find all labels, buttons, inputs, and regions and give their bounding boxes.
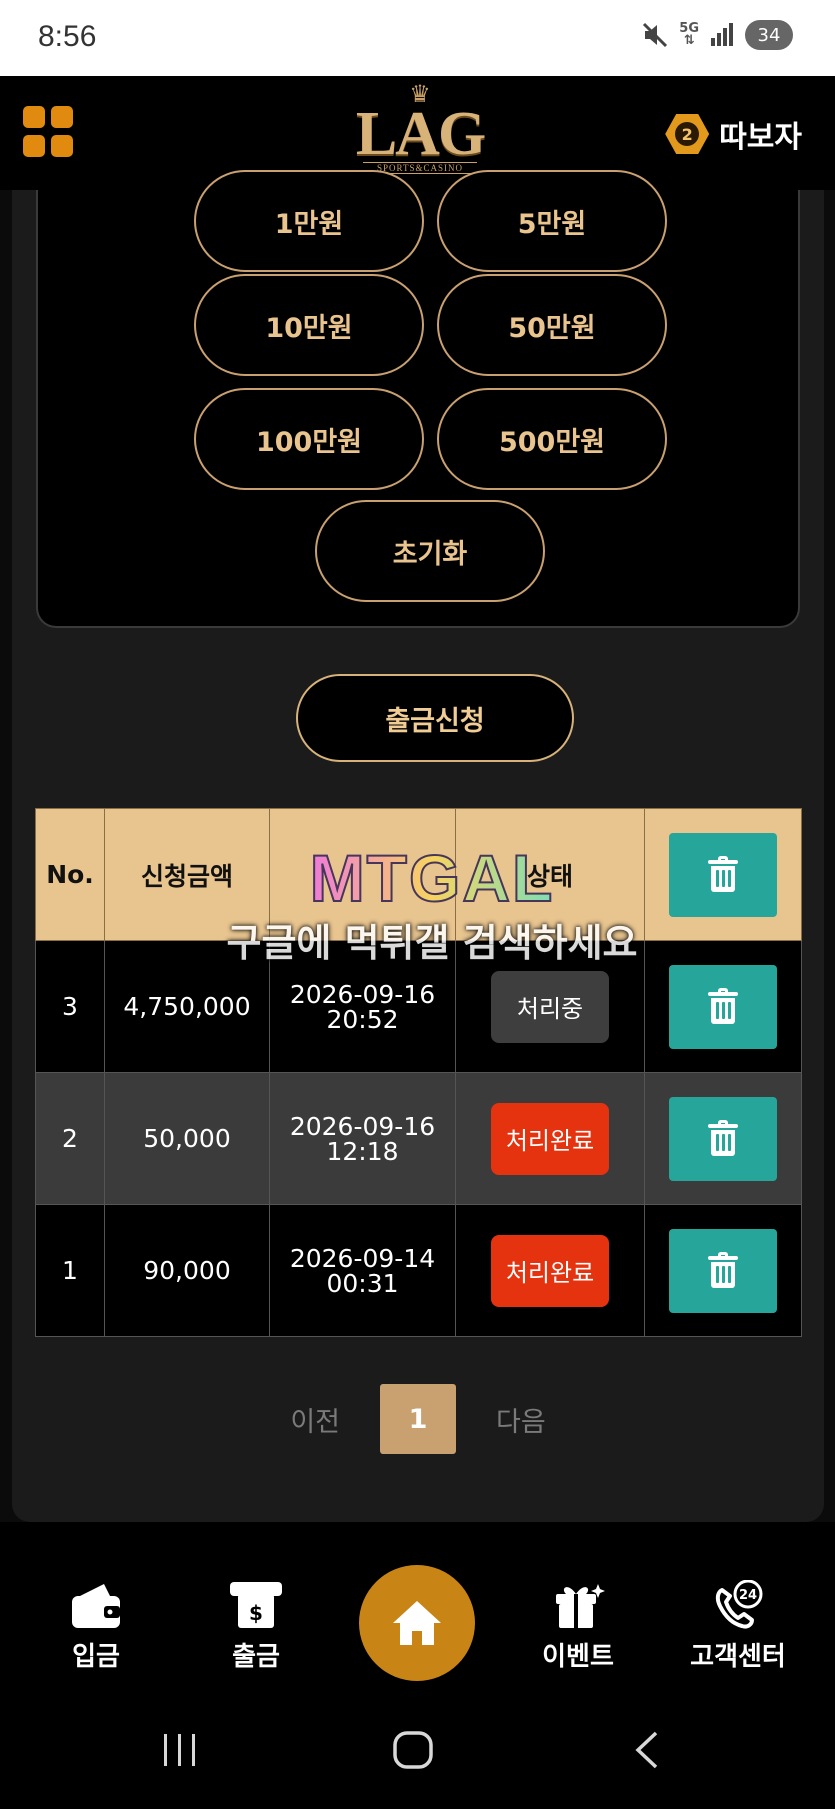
recent-apps-icon[interactable]	[162, 1730, 198, 1770]
reset-button[interactable]: 초기화	[315, 500, 545, 602]
bottom-nav: 입금 $ 출금 이벤트 24 고객센터	[0, 1522, 835, 1700]
trash-icon	[708, 1119, 738, 1156]
delete-button[interactable]	[669, 964, 777, 1049]
status-bar: 8:56 5G ⇅ 34	[0, 0, 835, 76]
row-date: 2026-09-16 12:18	[269, 1072, 456, 1205]
row-delete	[644, 1072, 802, 1205]
header-date	[269, 808, 456, 941]
support-24-icon: 24	[715, 1580, 763, 1629]
nav-event[interactable]: 이벤트	[518, 1580, 638, 1673]
row-amount: 50,000	[104, 1072, 270, 1205]
signal-icon	[711, 23, 733, 46]
delete-button[interactable]	[669, 1228, 777, 1313]
next-page-link[interactable]: 다음	[496, 1400, 546, 1439]
level-badge-icon: 2	[665, 114, 710, 154]
withdraw-request-button[interactable]: 출금신청	[296, 674, 574, 762]
row-delete	[644, 1204, 802, 1337]
system-nav-bar	[0, 1700, 835, 1809]
trash-icon	[708, 855, 738, 892]
amount-button-10k[interactable]: 1만원	[194, 170, 424, 272]
amount-button-50k[interactable]: 5만원	[437, 170, 667, 272]
table-header-row: No. 신청금액 상태	[35, 808, 802, 941]
nav-withdraw-label: 출금	[232, 1642, 280, 1672]
nav-support-label: 고객센터	[690, 1642, 786, 1672]
network-icon: 5G ⇅	[679, 21, 699, 48]
nav-withdraw[interactable]: $ 출금	[196, 1580, 316, 1673]
row-no: 3	[35, 940, 105, 1073]
delete-all-button[interactable]	[669, 832, 777, 917]
amount-button-1m[interactable]: 100만원	[194, 388, 424, 490]
back-icon[interactable]	[632, 1730, 662, 1770]
nav-home[interactable]	[359, 1565, 475, 1681]
home-icon	[393, 1601, 441, 1645]
user-area[interactable]: 2 따보자	[665, 112, 802, 156]
menu-grid-icon[interactable]	[23, 106, 75, 158]
status-badge: 처리완료	[491, 1234, 609, 1307]
row-status: 처리완료	[455, 1204, 645, 1337]
logo-text: LAG	[355, 100, 486, 168]
wallet-icon	[72, 1584, 120, 1628]
row-no: 2	[35, 1072, 105, 1205]
row-status: 처리중	[455, 940, 645, 1073]
trash-icon	[708, 1251, 738, 1288]
status-badge: 처리중	[491, 970, 609, 1043]
row-delete	[644, 940, 802, 1073]
status-badge: 처리완료	[491, 1102, 609, 1175]
table-row: 2 50,000 2026-09-16 12:18 처리완료	[35, 1072, 802, 1205]
amount-card: 1만원 5만원 10만원 50만원 100만원 500만원 초기화	[36, 170, 800, 628]
nav-deposit[interactable]: 입금	[36, 1580, 156, 1673]
row-date: 2026-09-16 20:52	[269, 940, 456, 1073]
row-date: 2026-09-14 00:31	[269, 1204, 456, 1337]
svg-text:24: 24	[739, 1588, 757, 1603]
app-header: ♛ LAG SPORTS&CASINO 2 따보자	[0, 76, 835, 190]
prev-page-link[interactable]: 이전	[290, 1400, 340, 1439]
table-row: 3 4,750,000 2026-09-16 20:52 처리중	[35, 940, 802, 1073]
svg-text:$: $	[249, 1601, 263, 1625]
mute-icon	[643, 22, 668, 48]
atm-icon: $	[230, 1582, 282, 1628]
current-page-button[interactable]: 1	[380, 1384, 456, 1454]
header-amount: 신청금액	[104, 808, 270, 941]
trash-icon	[708, 987, 738, 1024]
row-amount: 4,750,000	[104, 940, 270, 1073]
amount-button-5m[interactable]: 500만원	[437, 388, 667, 490]
header-no: No.	[35, 808, 105, 941]
main-panel: 1만원 5만원 10만원 50만원 100만원 500만원 초기화 출금신청 N…	[12, 170, 824, 1522]
withdraw-history-table: No. 신청금액 상태 3 4,750,000 2026-09-16 20:52 …	[35, 808, 802, 1337]
row-amount: 90,000	[104, 1204, 270, 1337]
header-delete	[644, 808, 802, 941]
status-icons: 5G ⇅ 34	[641, 20, 793, 50]
battery-icon: 34	[745, 20, 793, 50]
pagination: 이전 1 다음	[12, 1384, 824, 1454]
row-no: 1	[35, 1204, 105, 1337]
nav-support[interactable]: 24 고객센터	[678, 1580, 798, 1673]
amount-button-100k[interactable]: 10만원	[194, 274, 424, 376]
delete-button[interactable]	[669, 1096, 777, 1181]
home-system-icon[interactable]	[392, 1730, 434, 1770]
table-row: 1 90,000 2026-09-14 00:31 처리완료	[35, 1204, 802, 1337]
nav-deposit-label: 입금	[72, 1642, 120, 1672]
amount-button-500k[interactable]: 50만원	[437, 274, 667, 376]
username: 따보자	[719, 120, 802, 155]
status-time: 8:56	[38, 20, 97, 53]
nav-event-label: 이벤트	[542, 1642, 614, 1672]
gift-icon	[556, 1584, 605, 1628]
row-status: 처리완료	[455, 1072, 645, 1205]
header-status: 상태	[455, 808, 645, 941]
